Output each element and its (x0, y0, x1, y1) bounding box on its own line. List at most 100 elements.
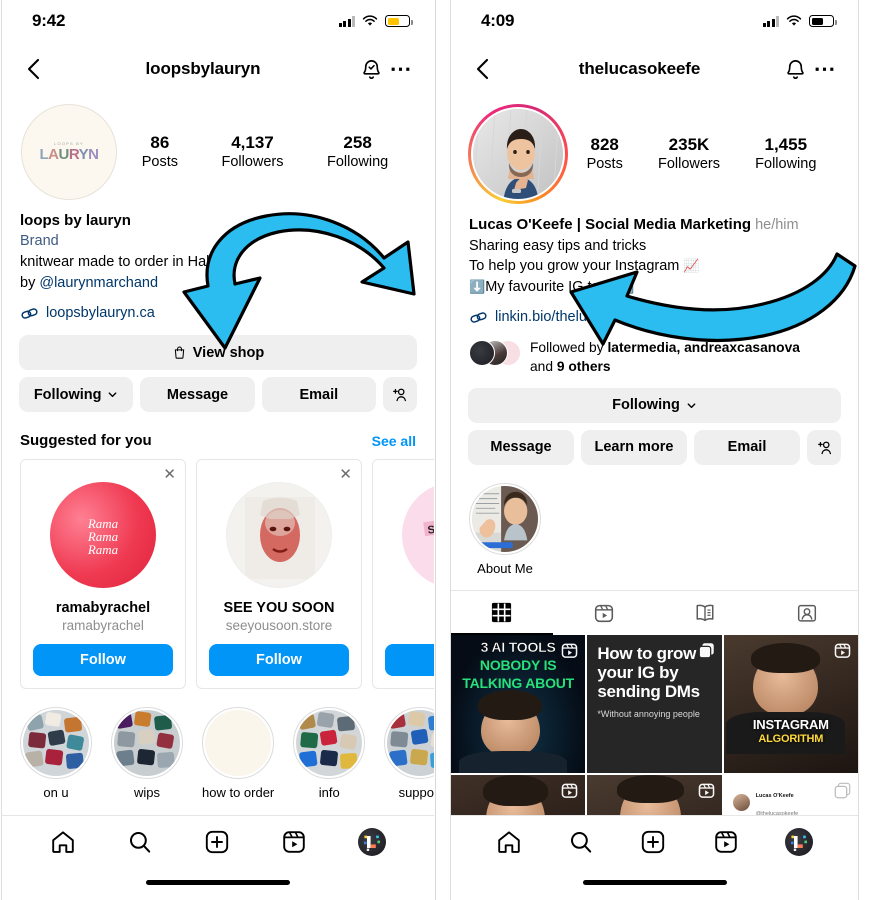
bio-link[interactable]: linkin.bio/thelucasokeefe (495, 307, 653, 328)
suggested-card[interactable]: ✕ SEE YOU SOON seeyousoon.store Follow (196, 459, 362, 690)
post-cell[interactable]: How to grow your IG by sending DMs *With… (587, 634, 722, 774)
stat-following[interactable]: 258 Following (327, 132, 388, 172)
profile-avatar-icon[interactable] (358, 828, 387, 856)
highlight-label: how to order (202, 785, 275, 801)
reels-tab[interactable] (553, 591, 655, 635)
followed-by-count: 9 others (556, 358, 611, 374)
following-button[interactable]: Following (468, 387, 841, 423)
bell-icon[interactable] (782, 56, 808, 82)
suggested-card[interactable]: ✕ STARR Starr starr Fo (372, 459, 434, 690)
profile-tabs[interactable] (451, 589, 858, 635)
bio-mention[interactable]: @laurynmarchand (39, 275, 158, 291)
reels-icon[interactable] (713, 829, 739, 855)
follow-button[interactable]: Follow (209, 644, 349, 677)
suggested-name: SEE YOU SOON (223, 600, 335, 617)
profile-bio: loops by lauryn Brand knitwear made to o… (2, 200, 434, 323)
more-options-icon[interactable]: ⋯ (388, 56, 414, 82)
message-button[interactable]: Message (140, 377, 255, 413)
profile-summary: 828 Posts 235K Followers 1,455 Following (451, 96, 858, 204)
highlight-label: About Me (477, 560, 533, 576)
reels-icon[interactable] (281, 829, 307, 855)
guides-tab[interactable] (655, 591, 757, 635)
stat-value: 4,137 (231, 132, 274, 152)
add-person-button[interactable] (807, 429, 841, 465)
add-person-button[interactable] (382, 377, 417, 413)
stat-value: 235K (668, 134, 710, 154)
suggested-avatar: STARR (402, 482, 434, 589)
reels-tab-icon (592, 601, 616, 625)
comparison-screenshot: 9:42 loopsbylauryn ⋯ LOOPS BY LAURYN 86 … (0, 0, 873, 900)
search-icon[interactable] (568, 829, 594, 855)
post-cell[interactable]: INSTAGRAM ALGORITHM (723, 634, 858, 774)
highlight-item[interactable]: support (384, 707, 434, 800)
profile-stats: 86 Posts 4,137 Followers 258 Following (120, 132, 418, 172)
highlight-item[interactable]: how to order (202, 707, 274, 800)
bell-check-icon[interactable] (358, 56, 384, 82)
svg-text:Rama: Rama (87, 542, 119, 557)
profile-avatar[interactable]: LOOPS BY LAURYN (21, 104, 117, 200)
followed-by-and: and (530, 358, 557, 374)
highlight-item[interactable]: on u (20, 707, 92, 800)
status-bar: 4:09 (451, 0, 858, 42)
highlight-item[interactable]: info (293, 707, 366, 800)
stat-posts[interactable]: 828 Posts (587, 134, 623, 174)
cellular-signal-icon (338, 15, 355, 27)
create-post-icon[interactable] (204, 829, 230, 855)
stat-label: Followers (221, 154, 284, 171)
followed-by-avatars (469, 339, 521, 366)
grid-tab[interactable] (451, 591, 553, 635)
followed-by-row[interactable]: Followed by latermedia, andreaxcasanova a… (469, 338, 840, 376)
follow-button[interactable]: Fo (385, 644, 434, 677)
create-post-icon[interactable] (640, 829, 666, 855)
stat-followers[interactable]: 4,137 Followers (221, 132, 283, 172)
avatar (732, 793, 750, 811)
profile-actions: View shop Following Message Email (2, 323, 434, 413)
more-options-icon[interactable]: ⋯ (812, 56, 838, 82)
profile-header: loopsbylauryn ⋯ (2, 42, 434, 96)
home-icon[interactable] (496, 829, 522, 855)
see-all-link[interactable]: See all (372, 433, 416, 449)
tagged-tab[interactable] (756, 591, 858, 635)
suggested-card[interactable]: ✕ Rama Rama Rama ramabyrachel ramabyrachel… (20, 459, 186, 690)
suggested-accounts-carousel[interactable]: ✕ Rama Rama Rama ramabyrachel ramabyrachel… (2, 459, 434, 690)
cellular-signal-icon (762, 15, 779, 27)
profile-bio: Lucas O'Keefe | Social Media Marketing h… (451, 204, 858, 376)
following-button[interactable]: Following (19, 377, 134, 413)
following-label: Following (612, 397, 680, 414)
chevron-down-icon (107, 389, 118, 400)
home-icon[interactable] (50, 829, 76, 855)
view-shop-button[interactable]: View shop (19, 335, 417, 371)
search-icon[interactable] (127, 829, 153, 855)
highlight-label: on u (43, 785, 69, 801)
status-time: 4:09 (481, 11, 515, 30)
stat-posts[interactable]: 86 Posts (142, 132, 178, 172)
highlight-item[interactable]: wips (111, 707, 183, 800)
email-button[interactable]: Email (694, 429, 800, 465)
bio-display-name: Lucas O'Keefe | Social Media Marketing (469, 216, 752, 233)
post-cell[interactable]: 3 AI TOOLS NOBODY IS TALKING ABOUT (451, 634, 586, 774)
bio-pronouns: he/him (755, 217, 799, 233)
suggested-name: ramabyrachel (55, 600, 151, 617)
highlight-label: support (398, 785, 434, 801)
bio-link[interactable]: loopsbylauryn.ca (46, 303, 155, 324)
close-icon[interactable]: ✕ (339, 467, 352, 482)
carousel-icon (833, 781, 852, 800)
follow-button[interactable]: Follow (33, 644, 173, 677)
profile-avatar-icon[interactable] (784, 828, 813, 856)
highlight-item[interactable]: About Me (469, 482, 541, 576)
profile-avatar-with-story-ring[interactable] (468, 104, 568, 204)
learn-more-button[interactable]: Learn more (581, 429, 687, 465)
message-button[interactable]: Message (468, 429, 574, 465)
stat-followers[interactable]: 235K Followers (658, 134, 720, 174)
close-icon[interactable]: ✕ (163, 467, 176, 482)
followed-by-names: latermedia, andreaxcasanova (607, 339, 800, 355)
story-highlights[interactable]: on u wips how to order info support (2, 689, 434, 800)
stat-following[interactable]: 1,455 Following (755, 134, 816, 174)
down-arrow-emoji: ⬇️ (469, 279, 486, 295)
story-highlights[interactable]: About Me (451, 465, 858, 576)
email-button[interactable]: Email (261, 377, 376, 413)
tagged-tab-icon (795, 601, 819, 625)
back-icon[interactable] (471, 56, 497, 82)
bio-line2-text: To help you grow your Instagram (469, 258, 680, 275)
back-icon[interactable] (22, 56, 48, 82)
